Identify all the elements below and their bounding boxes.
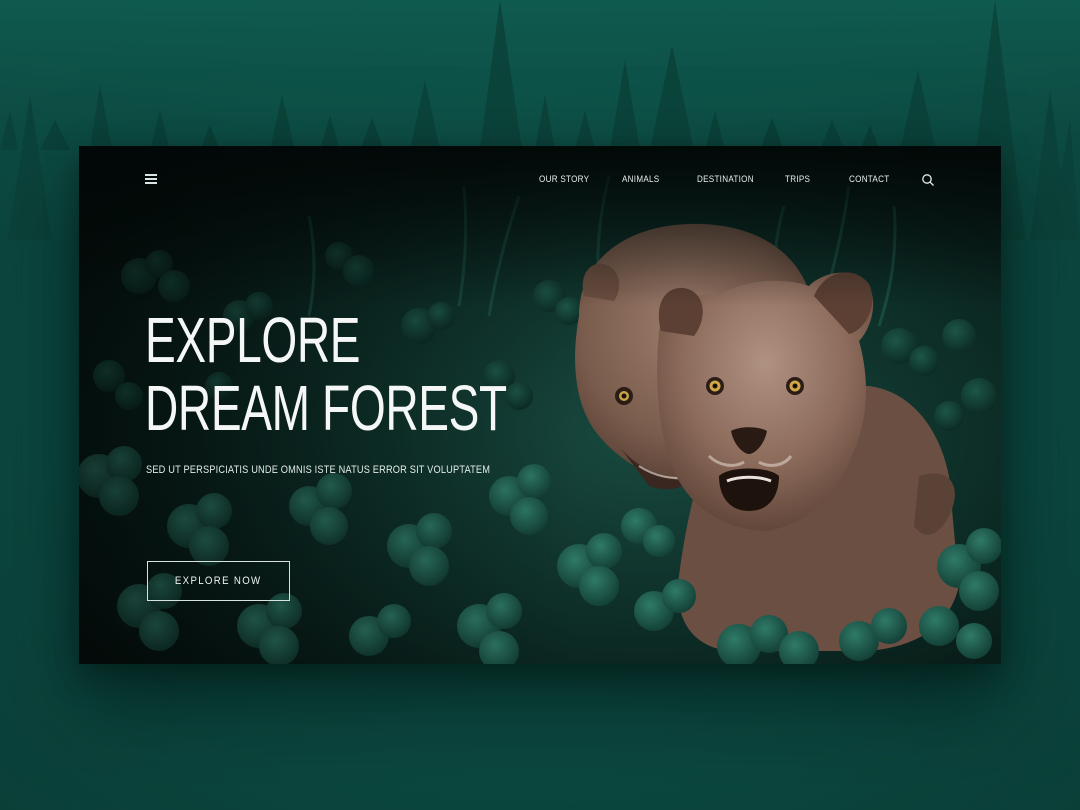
nav-link-trips[interactable]: TRIPS xyxy=(785,174,810,184)
website-hero-frame: OUR STORY ANIMALS DESTINATION TRIPS CONT… xyxy=(79,146,1001,664)
search-icon[interactable] xyxy=(921,173,935,187)
presentation-stage: OUR STORY ANIMALS DESTINATION TRIPS CONT… xyxy=(0,0,1080,810)
hero-title-line-1: EXPLORE xyxy=(145,304,361,376)
hero-title: EXPLORE DREAM FOREST xyxy=(145,306,507,442)
nav-link-contact[interactable]: CONTACT xyxy=(849,174,889,184)
hero-subtitle: SED UT PERSPICIATIS UNDE OMNIS ISTE NATU… xyxy=(146,464,491,476)
explore-now-button[interactable]: EXPLORE NOW xyxy=(147,561,290,601)
nav-link-animals[interactable]: ANIMALS xyxy=(622,174,659,184)
hamburger-menu-icon[interactable] xyxy=(145,173,159,185)
explore-now-label: EXPLORE NOW xyxy=(175,575,262,587)
top-navigation: OUR STORY ANIMALS DESTINATION TRIPS CONT… xyxy=(79,146,1001,216)
hero-title-line-2: DREAM FOREST xyxy=(145,372,507,444)
nav-link-destination[interactable]: DESTINATION xyxy=(697,174,754,184)
nav-link-our-story[interactable]: OUR STORY xyxy=(539,174,589,184)
